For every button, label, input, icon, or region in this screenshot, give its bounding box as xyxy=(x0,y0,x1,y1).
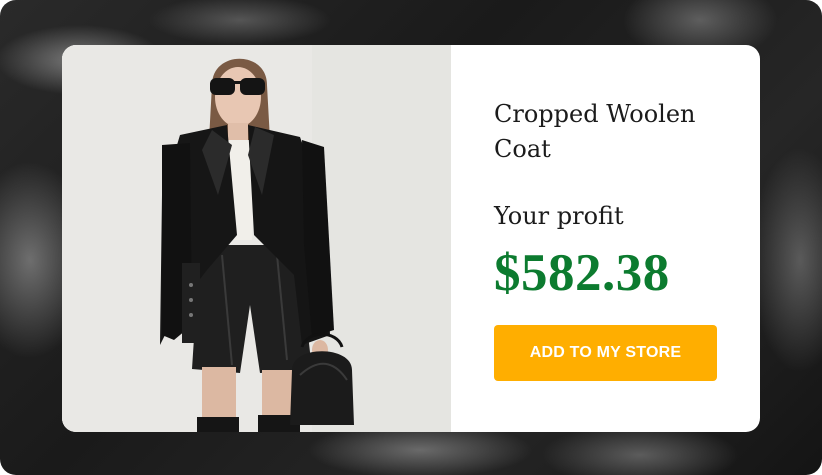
product-info-panel: Cropped Woolen Coat Your profit $582.38 … xyxy=(451,45,760,432)
profit-amount: $582.38 xyxy=(494,244,670,302)
product-title[interactable]: Cropped Woolen Coat xyxy=(494,97,714,167)
model-photo-illustration xyxy=(62,45,451,432)
add-to-store-button[interactable]: ADD TO MY STORE xyxy=(494,325,717,381)
product-image[interactable] xyxy=(62,45,451,432)
profit-label: Your profit xyxy=(494,202,624,230)
product-card: Cropped Woolen Coat Your profit $582.38 … xyxy=(62,45,760,432)
